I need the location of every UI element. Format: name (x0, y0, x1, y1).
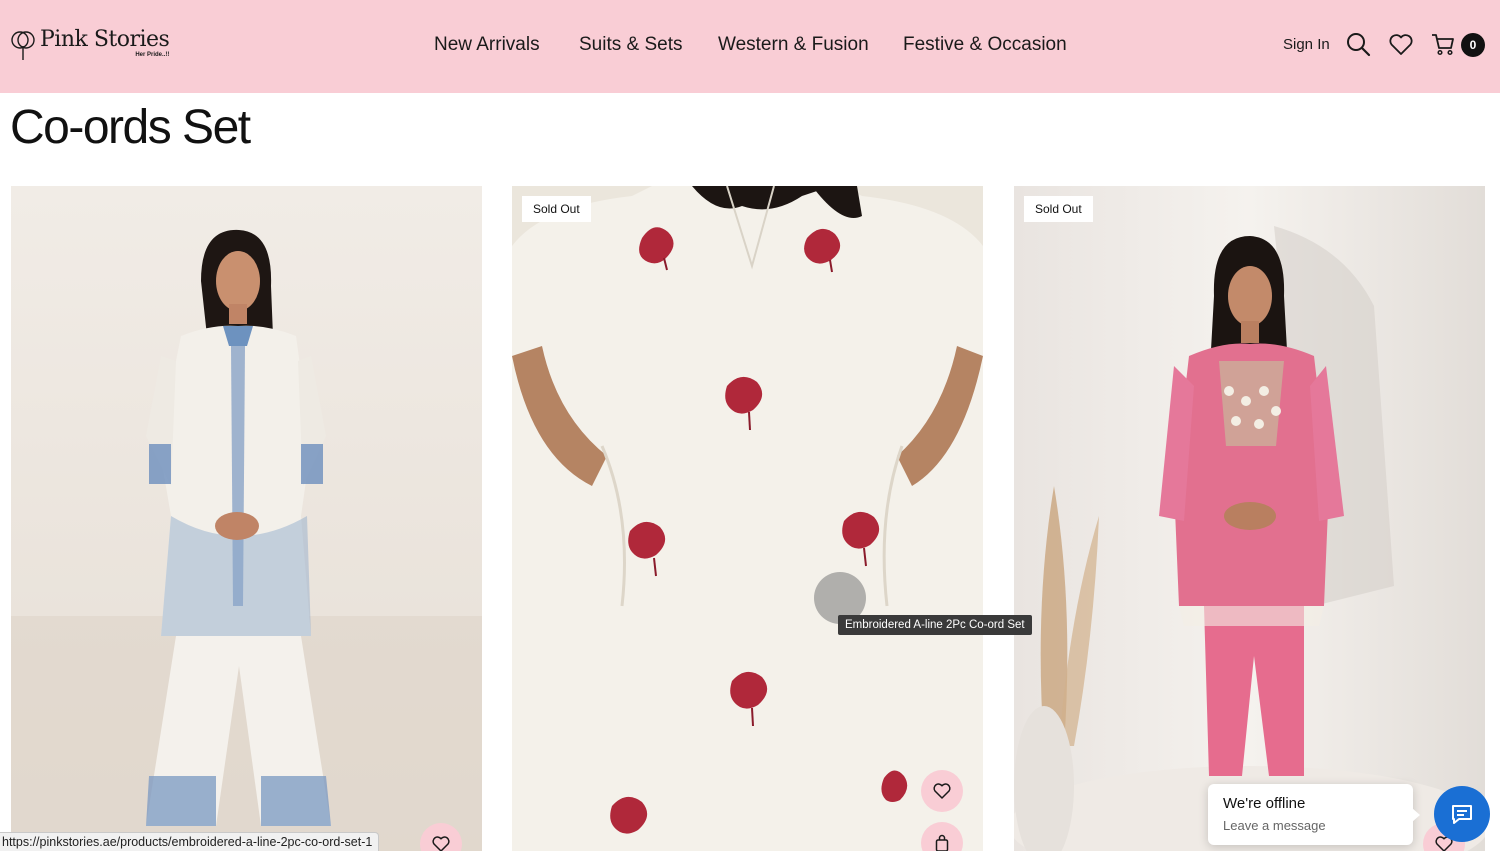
product-title-tooltip: Embroidered A-line 2Pc Co-ord Set (838, 615, 1032, 635)
chat-icon (1452, 805, 1472, 824)
chat-subtitle[interactable]: Leave a message (1223, 818, 1398, 833)
nav-new-arrivals[interactable]: New Arrivals (434, 34, 540, 56)
chat-offline-bubble[interactable]: We're offline Leave a message (1208, 784, 1420, 845)
search-icon[interactable] (1345, 31, 1371, 57)
sign-in-link[interactable]: Sign In (1283, 36, 1330, 53)
heart-icon (933, 783, 951, 799)
nav-suits-sets[interactable]: Suits & Sets (579, 34, 683, 56)
nav-western-fusion[interactable]: Western & Fusion (718, 34, 869, 56)
heart-icon[interactable] (1388, 31, 1414, 57)
chat-launcher-button[interactable] (1434, 786, 1490, 842)
product-image-1[interactable] (11, 186, 482, 851)
sold-out-badge: Sold Out (1024, 196, 1093, 222)
product-card-2[interactable]: Sold Out (512, 186, 983, 851)
site-header: Pink Stories Her Pride..!! New Arrivals … (0, 0, 1500, 93)
shopping-bag-icon (935, 834, 949, 851)
nav-festive-occasion[interactable]: Festive & Occasion (903, 34, 1067, 56)
product-image-2[interactable] (512, 186, 983, 851)
cart-count-badge: 0 (1461, 33, 1485, 57)
sold-out-badge: Sold Out (522, 196, 591, 222)
heart-icon (432, 836, 450, 851)
link-status-bar: https://pinkstories.ae/products/embroide… (0, 832, 380, 851)
product-card-1[interactable] (11, 186, 482, 851)
page-title: Co-ords Set (10, 101, 251, 154)
cart-icon[interactable] (1430, 31, 1456, 57)
product-card-3[interactable]: Sold Out (1014, 186, 1485, 851)
main-nav: New Arrivals Suits & Sets Western & Fusi… (0, 0, 1500, 93)
wishlist-button-2[interactable] (921, 770, 963, 812)
chat-title: We're offline (1223, 795, 1306, 812)
product-image-3[interactable] (1014, 186, 1485, 851)
